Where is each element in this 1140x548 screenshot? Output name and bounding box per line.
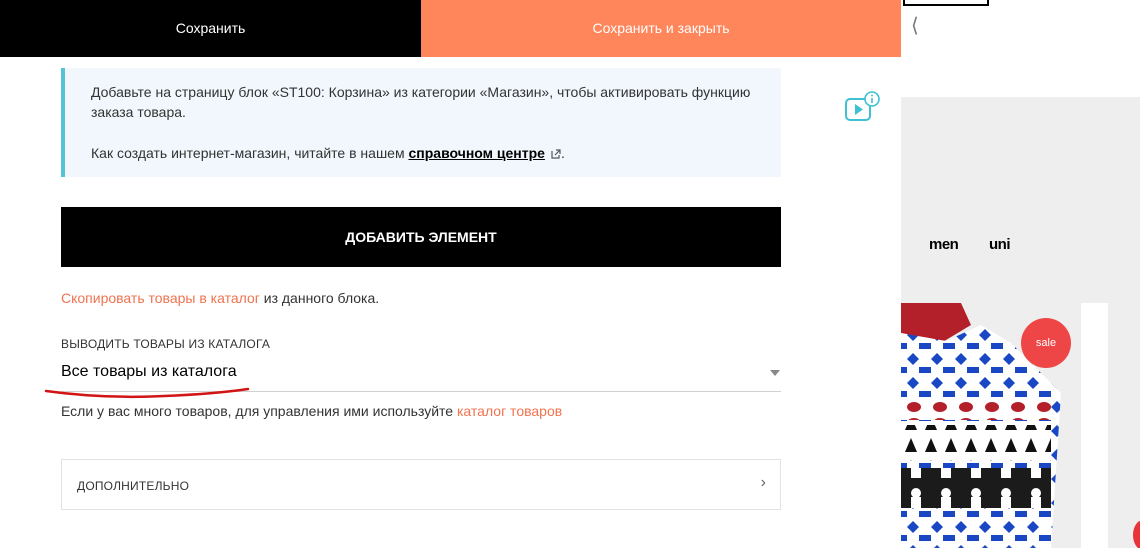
copy-to-catalog-line: Скопировать товары в каталог из данного … [61,289,379,307]
copy-suffix: из данного блока. [259,290,380,306]
product-catalog-link[interactable]: каталог товаров [457,403,562,419]
advanced-section-toggle[interactable]: ДОПОЛНИТЕЛЬНО › [61,459,781,510]
info-text: Добавьте на страницу блок «ST100: Корзин… [91,84,751,120]
settings-panel: Сохранить Сохранить и закрыть Добавьте н… [0,0,901,548]
add-element-button[interactable]: ДОБАВИТЬ ЭЛЕМЕНТ [61,207,781,267]
catalog-source-label: ВЫВОДИТЬ ТОВАРЫ ИЗ КАТАЛОГА [61,337,271,351]
preview-nav-men[interactable]: men [929,236,959,253]
info-help-suffix: . [560,145,565,161]
advanced-label: ДОПОЛНИТЕЛЬНО [77,479,190,493]
info-help-prefix: Как создать интернет-магазин, читайте в … [91,145,409,161]
catalog-hint-prefix: Если у вас много товаров, для управления… [61,403,457,419]
preview-product-card[interactable]: sale [901,303,1081,548]
save-button[interactable]: Сохранить [0,0,421,57]
chevron-right-icon: › [760,474,766,491]
sale-badge: sale [1021,318,1071,368]
help-center-link[interactable]: справочном центре [408,145,544,161]
page-preview: ⟨ men uni sale [901,0,1140,548]
video-help-icon[interactable] [843,90,881,124]
info-help-line: Как создать интернет-магазин, читайте в … [91,143,761,163]
save-and-close-button[interactable]: Сохранить и закрыть [421,0,901,57]
info-notice: Добавьте на страницу блок «ST100: Корзин… [61,68,781,177]
preview-banner [901,97,1140,303]
preview-product-card-2[interactable] [1108,303,1140,548]
catalog-source-value[interactable]: Все товары из каталога [61,363,237,381]
dropdown-arrow-icon[interactable] [770,370,780,376]
external-link-icon[interactable] [551,149,561,159]
red-underline-annotation [44,387,250,399]
catalog-hint: Если у вас много товаров, для управления… [61,402,562,420]
preview-nav-uni[interactable]: uni [989,236,1011,253]
copy-to-catalog-link[interactable]: Скопировать товары в каталог [61,290,260,306]
preview-frame-edge [903,0,989,6]
preview-back-arrow-icon[interactable]: ⟨ [911,14,919,38]
